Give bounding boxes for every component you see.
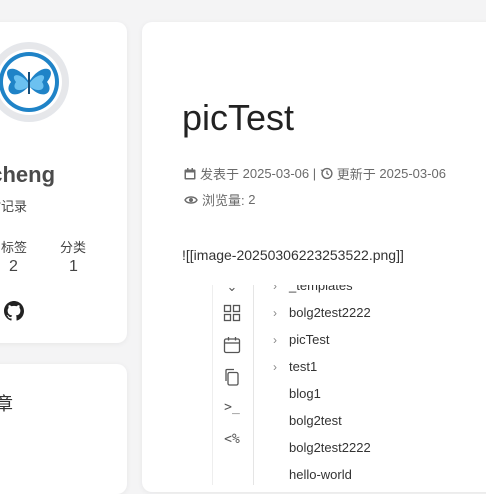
copy-icon xyxy=(225,368,239,386)
recent-posts-title: 章 xyxy=(0,394,13,414)
history-icon xyxy=(320,167,333,180)
chevron-icon: ⌄ xyxy=(226,285,238,294)
recent-posts-card xyxy=(0,364,127,494)
markdown-image-text: ![[image-20250306223253522.png]] xyxy=(182,247,404,263)
tags-count[interactable]: 2 xyxy=(9,258,18,276)
chevron-right-icon[interactable]: › xyxy=(273,333,277,347)
updated-date: 2025-03-06 xyxy=(379,166,446,181)
post-meta-views: 浏览量: 2 xyxy=(184,190,255,209)
author-subtitle: 时记录 xyxy=(0,199,28,214)
chevron-right-icon[interactable]: › xyxy=(273,285,277,293)
meta-separator: | xyxy=(312,166,317,181)
chevron-right-icon[interactable]: › xyxy=(273,360,277,374)
updated-label: 更新于 xyxy=(336,167,376,182)
calendar-icon xyxy=(223,337,241,354)
tree-folder[interactable]: bolg2test2222 xyxy=(289,305,371,320)
explorer-rail: ⌄ >_ <% xyxy=(213,285,254,485)
blocks-icon xyxy=(223,304,241,322)
terminal-icon: >_ xyxy=(224,400,240,415)
tree-folder[interactable]: picTest xyxy=(289,332,329,347)
post-title: picTest xyxy=(182,97,295,138)
chevron-right-icon[interactable]: › xyxy=(273,306,277,320)
post-meta-dates: 发表于 2025-03-06 | 更新于 2025-03-06 xyxy=(184,164,446,183)
tree-file[interactable]: bolg2test2222 xyxy=(289,440,371,455)
categories-label[interactable]: 分类 xyxy=(60,237,86,256)
tree-file[interactable]: bolg2test xyxy=(289,413,342,428)
code-icon: <% xyxy=(224,432,240,447)
eye-icon xyxy=(184,195,198,204)
calendar-icon xyxy=(184,167,196,179)
categories-count[interactable]: 1 xyxy=(69,258,78,276)
published-label: 发表于 xyxy=(200,167,240,182)
tree-folder[interactable]: test1 xyxy=(289,359,317,374)
tree-folder[interactable]: _templates xyxy=(289,285,353,293)
author-name: acheng xyxy=(0,162,56,187)
views-label: 浏览量: xyxy=(202,193,245,208)
github-icon[interactable] xyxy=(4,301,24,321)
tree-file[interactable]: blog1 xyxy=(289,386,321,401)
published-date: 2025-03-06 xyxy=(242,166,310,181)
tree-file[interactable]: hello-world xyxy=(289,467,352,482)
views-count: 2 xyxy=(248,192,256,207)
tags-label[interactable]: 标签 xyxy=(1,237,27,256)
embedded-screenshot: ⌄ >_ <% › _templates › bolg2test2222 › p… xyxy=(212,285,486,485)
